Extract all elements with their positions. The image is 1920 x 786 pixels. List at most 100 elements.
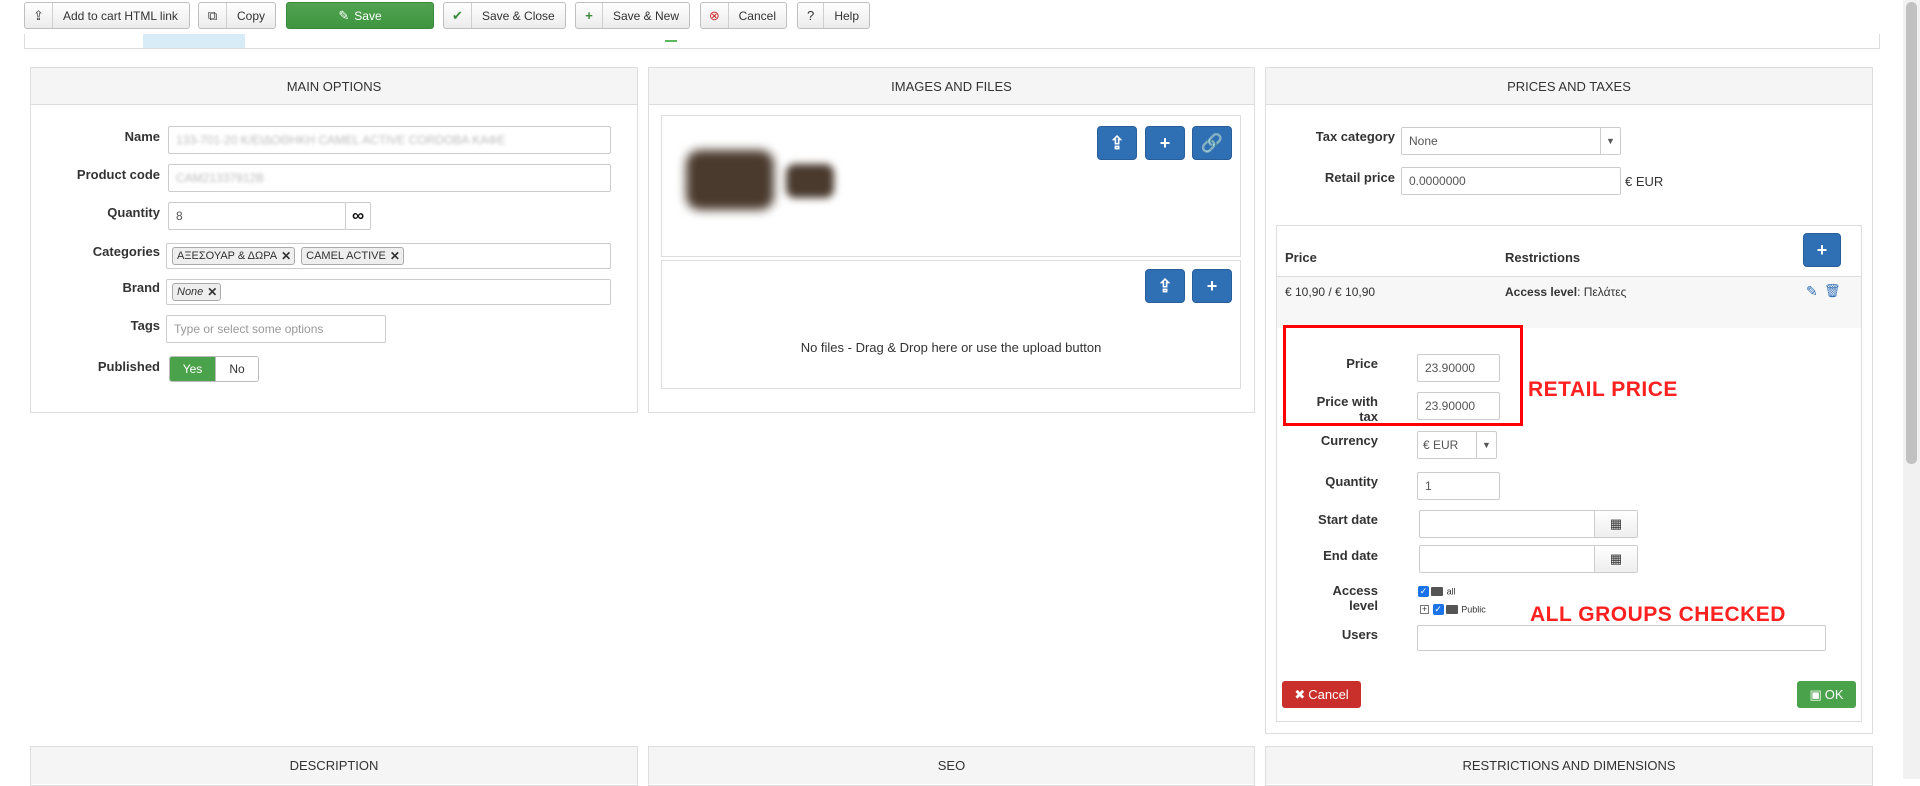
users-input[interactable]	[1417, 625, 1826, 651]
tags-label: Tags	[130, 318, 160, 333]
retail-price-input[interactable]: 0.0000000	[1401, 167, 1621, 195]
tab-marker	[665, 40, 677, 42]
upload-image-button[interactable]: ⇪	[1097, 126, 1137, 160]
name-label: Name	[124, 129, 160, 144]
access-tree-all[interactable]: ✓ all	[1418, 583, 1456, 598]
start-date-input[interactable]: ▦	[1419, 510, 1638, 538]
checkbox-checked-icon[interactable]: ✓	[1432, 604, 1444, 616]
active-tab[interactable]	[143, 34, 245, 48]
form-access-label: Access level	[1332, 583, 1378, 613]
brand-chip[interactable]: None ✕	[172, 283, 222, 301]
description-panel: DESCRIPTION	[30, 746, 638, 786]
scrollbar-track[interactable]	[1903, 0, 1920, 779]
trash-icon[interactable]: 🗑	[1824, 283, 1841, 299]
form-cancel-button[interactable]: ✖ Cancel	[1282, 681, 1361, 708]
price-row[interactable]	[1277, 276, 1861, 328]
scrollbar-thumb[interactable]	[1906, 2, 1917, 464]
form-users-label: Users	[1341, 627, 1378, 642]
quantity-input[interactable]: 8	[168, 202, 346, 230]
checkbox-checked-icon[interactable]: ✓	[1418, 586, 1429, 598]
save-new-button[interactable]: + Save & New	[575, 2, 690, 29]
seo-title[interactable]: SEO	[649, 747, 1254, 784]
close-icon: ✖	[1294, 686, 1306, 702]
save-close-button[interactable]: ✔ Save & Close	[443, 2, 566, 29]
link-image-button[interactable]: 🔗	[1192, 126, 1232, 160]
description-title[interactable]: DESCRIPTION	[31, 747, 637, 784]
category-chip[interactable]: ΑΞΕΣΟΥΑΡ & ΔΩΡΑ ✕	[172, 247, 296, 265]
restrictions-title[interactable]: RESTRICTIONS AND DIMENSIONS	[1266, 747, 1872, 784]
calendar-icon[interactable]: ▦	[1594, 546, 1637, 572]
tab-strip	[24, 34, 1880, 49]
form-quantity-label: Quantity	[1325, 474, 1378, 489]
calendar-icon[interactable]: ▦	[1594, 511, 1637, 537]
upload-icon: ⇪	[1109, 132, 1125, 153]
tax-category-select[interactable]: None ▼	[1401, 127, 1621, 155]
seo-panel: SEO	[648, 746, 1255, 786]
add-price-button[interactable]: +	[1803, 233, 1841, 267]
copy-button[interactable]: ⧉ Copy	[198, 2, 276, 29]
edit-icon: ✎	[338, 7, 350, 23]
published-no[interactable]: No	[214, 357, 258, 381]
expand-icon[interactable]: +	[1420, 605, 1429, 615]
brand-label: Brand	[122, 280, 160, 295]
access-tree-public[interactable]: + ✓ Public	[1420, 601, 1486, 616]
files-empty-message: No files - Drag & Drop here or use the u…	[800, 340, 1102, 355]
published-toggle[interactable]: Yes No	[169, 356, 259, 382]
plus-icon: +	[1816, 239, 1828, 260]
images-title: IMAGES AND FILES	[649, 68, 1254, 105]
product-code-input[interactable]: CAM21337912B	[168, 164, 611, 192]
product-code-label: Product code	[76, 167, 160, 182]
add-to-cart-link-button[interactable]: ⇪ Add to cart HTML link	[24, 2, 190, 29]
folder-icon	[1445, 605, 1458, 615]
remove-icon[interactable]: ✕	[281, 249, 291, 263]
form-ok-button[interactable]: ▣ OK	[1797, 681, 1856, 708]
add-file-button[interactable]: +	[1192, 269, 1232, 303]
form-start-date-label: Start date	[1318, 512, 1378, 527]
prices-title: PRICES AND TAXES	[1266, 68, 1872, 105]
upload-icon: ⇪	[1157, 275, 1173, 296]
upload-file-button[interactable]: ⇪	[1145, 269, 1185, 303]
toolbar: ⇪ Add to cart HTML link ⧉ Copy ✎ Save ✔ …	[0, 0, 1900, 34]
plus-icon: +	[1159, 132, 1171, 153]
edit-icon[interactable]: ✎	[1806, 283, 1818, 300]
remove-icon[interactable]: ✕	[207, 285, 217, 299]
price-row-value: € 10,90 / € 10,90	[1285, 285, 1376, 299]
restrictions-panel: RESTRICTIONS AND DIMENSIONS	[1265, 746, 1873, 786]
folder-icon	[1431, 587, 1443, 597]
retail-price-annotation: RETAIL PRICE	[1528, 378, 1678, 401]
remove-icon[interactable]: ✕	[390, 249, 400, 263]
help-button[interactable]: ? Help	[797, 2, 870, 29]
chevron-down-icon: ▼	[1600, 128, 1620, 154]
category-chip[interactable]: CAMEL ACTIVE ✕	[301, 247, 404, 265]
tax-category-label: Tax category	[1315, 129, 1395, 144]
published-yes[interactable]: Yes	[170, 357, 215, 381]
product-image-thumbnail-small[interactable]	[786, 164, 834, 198]
all-groups-annotation: ALL GROUPS CHECKED	[1530, 603, 1786, 626]
end-date-input[interactable]: ▦	[1419, 545, 1638, 573]
retail-price-label: Retail price	[1324, 170, 1395, 185]
form-quantity-input[interactable]: 1	[1417, 472, 1500, 500]
main-options-title: MAIN OPTIONS	[31, 68, 637, 105]
check-icon: ✔	[444, 3, 472, 28]
infinity-button[interactable]: ∞	[345, 202, 371, 230]
product-image-thumbnail[interactable]	[686, 150, 774, 210]
price-row-access: Access level: Πελάτες	[1505, 285, 1627, 299]
save-icon: ▣	[1809, 686, 1822, 702]
save-button[interactable]: ✎ Save	[286, 2, 434, 29]
categories-label: Categories	[92, 244, 160, 259]
brand-field[interactable]: None ✕	[166, 279, 611, 305]
plus-icon: +	[1206, 275, 1218, 296]
add-image-button[interactable]: +	[1145, 126, 1185, 160]
form-currency-select[interactable]: € EUR ▼	[1417, 431, 1497, 459]
restrictions-column-header: Restrictions	[1505, 250, 1581, 265]
cancel-icon: ⊗	[701, 3, 729, 28]
name-input[interactable]: 133-701-20 Κ/ΕΙΔΟΘΗΚΗ CAMEL ACTIVE CORDO…	[168, 126, 611, 154]
cancel-button[interactable]: ⊗ Cancel	[700, 2, 787, 29]
help-icon: ?	[798, 3, 825, 28]
chevron-down-icon: ▼	[1476, 432, 1496, 458]
price-column-header: Price	[1285, 250, 1317, 265]
categories-field[interactable]: ΑΞΕΣΟΥΑΡ & ΔΩΡΑ ✕ CAMEL ACTIVE ✕	[166, 243, 611, 269]
form-end-date-label: End date	[1323, 548, 1378, 563]
tags-input[interactable]: Type or select some options	[166, 315, 386, 343]
upload-icon: ⇪	[25, 3, 53, 28]
